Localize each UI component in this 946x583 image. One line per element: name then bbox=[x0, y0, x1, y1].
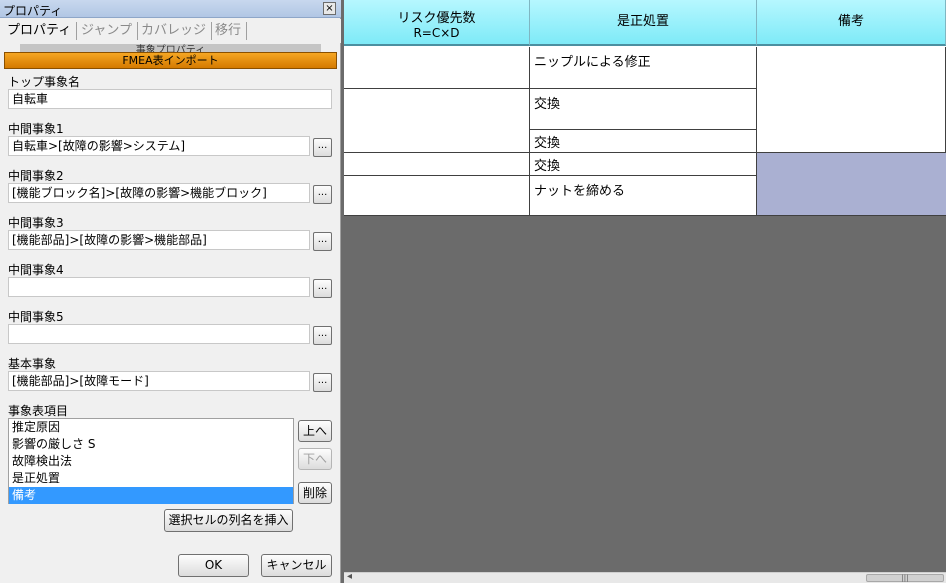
intermediate-event-1-field[interactable]: 自転車>[故障の影響>システム] bbox=[8, 136, 310, 156]
table-cell[interactable]: 交換 bbox=[530, 153, 757, 176]
intermediate-event-2-label: 中間事象2 bbox=[8, 169, 64, 183]
intermediate-event-4-label: 中間事象4 bbox=[8, 263, 64, 277]
tab-jump[interactable]: ジャンプ bbox=[76, 22, 138, 40]
browse-button-5[interactable]: ... bbox=[313, 326, 332, 345]
ok-button[interactable]: OK bbox=[178, 554, 249, 577]
basic-event-field[interactable]: [機能部品]>[故障モード] bbox=[8, 371, 310, 391]
browse-button-4[interactable]: ... bbox=[313, 279, 332, 298]
intermediate-event-2-field[interactable]: [機能ブロック名]>[故障の影響>機能ブロック] bbox=[8, 183, 310, 203]
browse-button-2[interactable]: ... bbox=[313, 185, 332, 204]
cancel-button[interactable]: キャンセル bbox=[261, 554, 332, 577]
table-cell[interactable]: 交換 bbox=[530, 130, 757, 153]
intermediate-event-5-label: 中間事象5 bbox=[8, 310, 64, 324]
browse-button-3[interactable]: ... bbox=[313, 232, 332, 251]
title-bar: プロパティ × bbox=[0, 0, 341, 18]
intermediate-event-4-field[interactable] bbox=[8, 277, 310, 297]
horizontal-scrollbar[interactable]: ◂ ||| bbox=[344, 571, 946, 583]
tab-strip: プロパティ ジャンプ カバレッジ 移行 bbox=[0, 19, 341, 43]
section-header-partial: 事象プロパティ bbox=[20, 44, 321, 52]
fmea-grid: リスク優先数 R=C×D 是正処置 備考 ニップルによる修正 交換 交換 交換 … bbox=[344, 0, 946, 216]
properties-pane: プロパティ × プロパティ ジャンプ カバレッジ 移行 事象プロパティ FMEA… bbox=[0, 0, 341, 583]
browse-button-1[interactable]: ... bbox=[313, 138, 332, 157]
tab-coverage[interactable]: カバレッジ bbox=[136, 22, 213, 40]
list-item[interactable]: 是正処置 bbox=[9, 470, 293, 487]
table-cell[interactable] bbox=[344, 176, 530, 216]
table-cell[interactable]: ナットを締める bbox=[530, 176, 757, 216]
tab-properties[interactable]: プロパティ bbox=[2, 22, 78, 40]
column-header-action[interactable]: 是正処置 bbox=[530, 0, 757, 46]
window-title: プロパティ bbox=[3, 4, 63, 18]
table-cell-remarks[interactable] bbox=[757, 47, 946, 153]
table-cell-remarks-selected[interactable] bbox=[757, 153, 946, 216]
intermediate-event-1-label: 中間事象1 bbox=[8, 122, 64, 136]
list-item-selected[interactable]: 備考 bbox=[9, 487, 293, 504]
top-event-field[interactable]: 自転車 bbox=[8, 89, 332, 109]
intermediate-event-3-field[interactable]: [機能部品]>[故障の影響>機能部品] bbox=[8, 230, 310, 250]
intermediate-event-3-label: 中間事象3 bbox=[8, 216, 64, 230]
scrollbar-thumb[interactable]: ||| bbox=[866, 574, 944, 582]
close-icon[interactable]: × bbox=[323, 2, 336, 15]
table-cell[interactable]: 交換 bbox=[530, 89, 757, 130]
table-cell[interactable] bbox=[344, 47, 530, 89]
intermediate-event-5-field[interactable] bbox=[8, 324, 310, 344]
scroll-left-icon[interactable]: ◂ bbox=[347, 571, 352, 582]
list-item[interactable]: 故障検出法 bbox=[9, 453, 293, 470]
tab-migration[interactable]: 移行 bbox=[210, 22, 248, 40]
move-up-button[interactable]: 上へ bbox=[298, 420, 332, 442]
top-event-label: トップ事象名 bbox=[8, 75, 81, 89]
table-cell[interactable]: ニップルによる修正 bbox=[530, 47, 757, 89]
column-header-risk-line2: R=C×D bbox=[413, 26, 460, 40]
delete-button[interactable]: 削除 bbox=[298, 482, 332, 504]
column-header-remarks[interactable]: 備考 bbox=[757, 0, 946, 46]
event-items-label: 事象表項目 bbox=[8, 404, 69, 418]
list-item[interactable]: 推定原因 bbox=[9, 419, 293, 436]
browse-button-basic[interactable]: ... bbox=[313, 373, 332, 392]
insert-column-name-button[interactable]: 選択セルの列名を挿入 bbox=[164, 509, 293, 532]
table-cell[interactable] bbox=[344, 89, 530, 153]
table-cell[interactable] bbox=[344, 153, 530, 176]
event-items-list[interactable]: 推定原因 影響の厳しさ S 故障検出法 是正処置 備考 bbox=[8, 418, 294, 504]
column-header-risk-line1: リスク優先数 bbox=[397, 11, 476, 26]
fmea-import-button[interactable]: FMEA表インポート bbox=[4, 52, 337, 69]
list-item[interactable]: 影響の厳しさ S bbox=[9, 436, 293, 453]
move-down-button[interactable]: 下へ bbox=[298, 448, 332, 470]
column-header-risk[interactable]: リスク優先数 R=C×D bbox=[344, 0, 530, 46]
basic-event-label: 基本事象 bbox=[8, 357, 57, 371]
